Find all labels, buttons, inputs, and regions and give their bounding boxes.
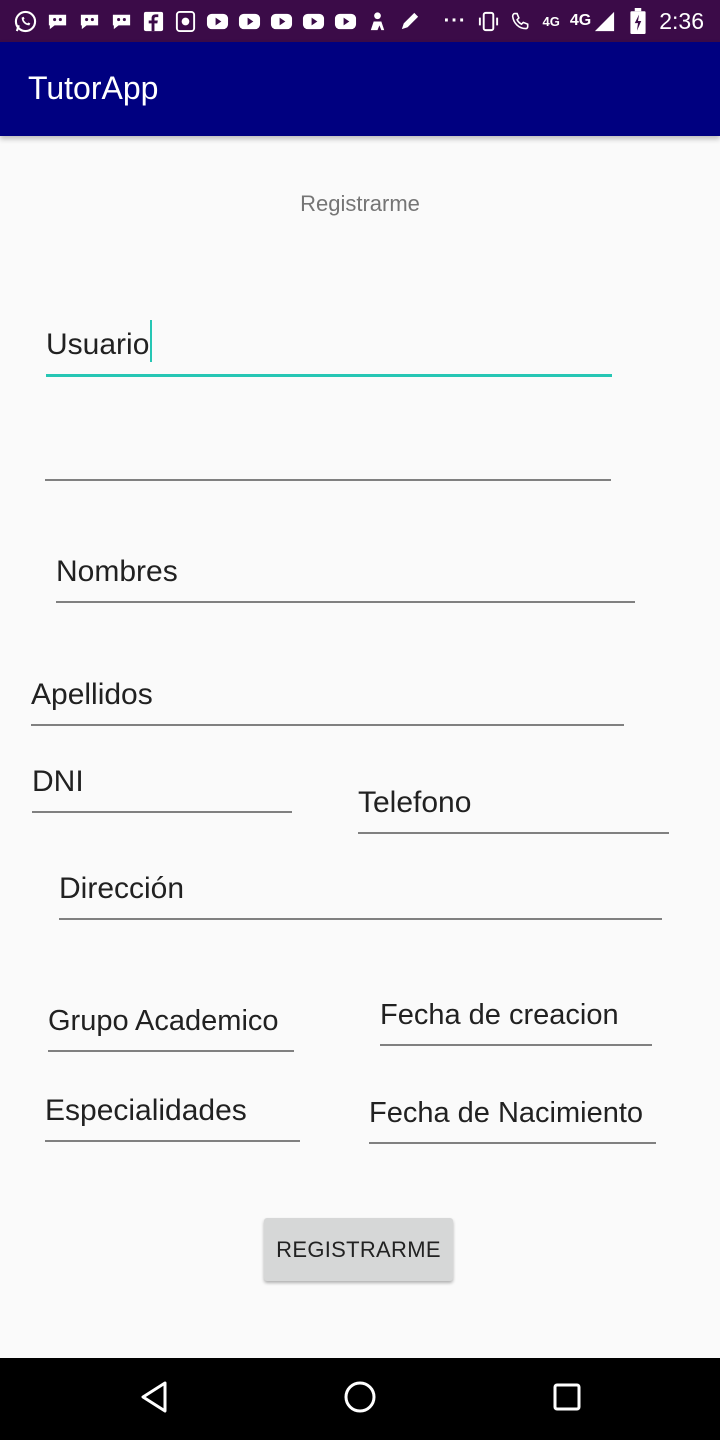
clock: 2:36 [659,7,704,34]
youtube-icon [334,10,357,33]
battery-icon [626,8,649,34]
fecha-nacimiento-field[interactable]: Fecha de Nacimiento [369,1094,656,1144]
grupo-academico-field[interactable]: Grupo Academico [48,999,294,1052]
home-icon [343,1380,377,1419]
text-cursor [150,320,153,362]
form-heading: Registrarme [300,191,420,216]
volte-call-icon [510,10,533,33]
apellidos-input-value: Apellidos [31,678,153,711]
fecha-creacion-input-value: Fecha de creacion [380,999,619,1031]
dni-input-value: DNI [32,765,84,798]
app-title: TutorApp [28,70,159,106]
person-icon [366,10,389,33]
especialidades-field[interactable]: Especialidades [45,1094,300,1142]
usuario-input-text: Usuario [46,328,150,361]
dni-field[interactable]: DNI [32,760,292,813]
usuario-field[interactable]: Usuario [46,318,612,377]
notification-icons [14,7,421,35]
fecha-creacion-field[interactable]: Fecha de creacion [380,996,652,1046]
recents-icon [552,1382,582,1417]
back-icon [139,1380,169,1419]
app-bar: TutorApp [0,42,720,136]
nombres-field[interactable]: Nombres [56,544,635,603]
navigation-bar [0,1358,720,1440]
status-bar: ··· 4G 4G 2:36 [0,0,720,42]
network-type-label: 4G [569,12,592,29]
youtube-icon [238,10,261,33]
network-type-label: 4G [542,13,560,29]
messenger-icon [46,10,69,33]
messenger-icon [78,10,101,33]
messenger-icon [110,10,133,33]
facebook-icon [142,10,165,33]
home-button[interactable] [339,1378,381,1420]
apellidos-field[interactable]: Apellidos [31,667,624,726]
whatsapp-icon [14,10,37,33]
telefono-field[interactable]: Telefono [358,785,669,834]
recents-button[interactable] [546,1378,588,1420]
direccion-input-value: Dirección [59,872,185,905]
youtube-icon [270,10,293,33]
telefono-input-value: Telefono [358,786,472,819]
usuario-input-value: Usuario [46,320,153,362]
youtube-icon [302,10,325,33]
more-notifications-indicator: ··· [443,9,467,32]
system-status: ··· 4G 4G 2:36 [444,0,704,42]
especialidades-input-value: Especialidades [45,1094,247,1127]
signal-icon [593,10,616,33]
fecha-nacimiento-input-value: Fecha de Nacimiento [369,1097,644,1129]
grupo-academico-input-value: Grupo Academico [48,1005,279,1037]
back-button[interactable] [133,1378,175,1420]
nombres-input-value: Nombres [56,555,178,588]
phone-app-icon [174,10,197,33]
register-button[interactable]: REGISTRARME [264,1218,453,1281]
password-field[interactable] [45,430,611,481]
youtube-icon [206,10,229,33]
vibrate-icon [477,10,500,33]
signal-group: 4G [570,10,616,33]
direccion-field[interactable]: Dirección [59,866,662,920]
pen-icon [398,10,421,33]
